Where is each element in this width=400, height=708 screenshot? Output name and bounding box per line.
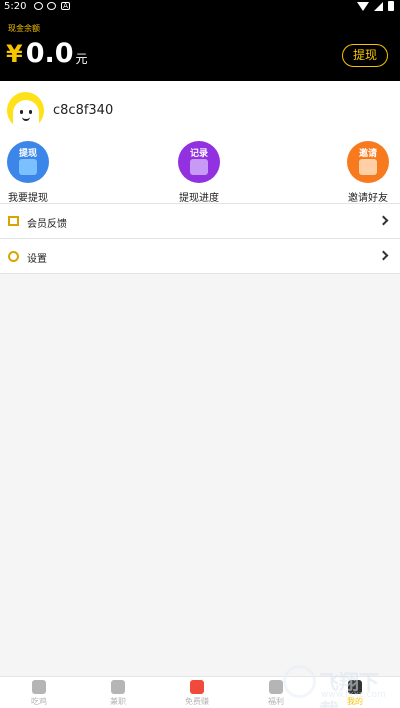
tab-label: 免费赚: [185, 697, 209, 706]
tab-jianzhi[interactable]: 兼职: [88, 680, 148, 707]
status-time: 5:20: [4, 1, 27, 12]
battery-icon: [388, 1, 394, 11]
record-icon-badge: 记录: [189, 149, 208, 159]
status-indicators: [357, 1, 394, 11]
feedback-icon: [8, 216, 19, 226]
withdraw-action-label: 我要提现: [8, 193, 48, 204]
app-notification-icon: A: [61, 2, 70, 10]
signal-icon: [374, 1, 383, 11]
home-icon: [32, 680, 46, 694]
currency-symbol: ¥: [6, 40, 23, 68]
chevron-right-icon: [378, 215, 389, 226]
withdraw-button[interactable]: 提现: [342, 44, 388, 67]
balance-header: 现金余额 ¥ 0.0 元 提现: [0, 13, 400, 81]
record-icon: 记录: [178, 141, 220, 183]
watermark-url: www.fxxz.com: [321, 690, 386, 700]
menu-item-settings[interactable]: 设置: [0, 238, 400, 274]
withdraw-icon: 提现: [7, 141, 49, 183]
watermark: 飞翔下载 www.fxxz.com: [283, 662, 395, 708]
invite-friends-label: 邀请好友: [348, 193, 388, 204]
wifi-icon: [357, 1, 369, 11]
withdraw-progress-label: 提现进度: [179, 193, 219, 204]
tab-label: 吃鸡: [31, 697, 47, 706]
status-bar: 5:20 A: [0, 0, 400, 13]
invite-icon-badge: 邀请: [358, 149, 377, 159]
menu-item-label: 会员反馈: [27, 219, 67, 230]
currency-unit: 元: [75, 52, 88, 66]
invite-icon: 邀请: [347, 141, 389, 183]
red-envelope-icon: [190, 680, 204, 694]
chat-notification-icon: [34, 2, 43, 10]
wallet-icon: [19, 159, 37, 175]
menu-item-label: 设置: [27, 254, 47, 265]
watermark-logo-icon: [283, 665, 316, 698]
tab-mianfeizhuan[interactable]: 免费赚: [167, 680, 227, 707]
qr-code-icon: [359, 159, 377, 175]
gift-icon: [269, 680, 283, 694]
username: c8c8f340: [53, 103, 114, 118]
chevron-right-icon: [378, 250, 389, 261]
document-icon: [190, 159, 208, 175]
tab-label: 兼职: [110, 697, 126, 706]
menu-item-feedback[interactable]: 会员反馈: [0, 203, 400, 238]
balance-label: 现金余额: [8, 24, 40, 33]
avatar-face-icon: [13, 100, 39, 129]
tab-chiji[interactable]: 吃鸡: [9, 680, 69, 707]
avatar[interactable]: [7, 92, 44, 129]
withdraw-action[interactable]: 提现 我要提现: [7, 141, 49, 204]
profile-card[interactable]: c8c8f340: [0, 81, 400, 141]
watermark-text: 飞翔下载: [319, 670, 379, 708]
balance-amount: 0.0: [25, 38, 74, 69]
withdraw-icon-badge: 提现: [18, 149, 37, 159]
settings-icon: [8, 251, 19, 262]
withdraw-progress-action[interactable]: 记录 提现进度: [177, 141, 221, 204]
gamepad-icon: [111, 680, 125, 694]
chat-notification-icon: [47, 2, 56, 10]
balance-amount-row: ¥ 0.0 元: [6, 39, 88, 69]
quick-actions: 提现 我要提现 记录 提现进度 邀请 邀请好友: [0, 141, 400, 204]
invite-friends-action[interactable]: 邀请 邀请好友: [346, 141, 390, 204]
